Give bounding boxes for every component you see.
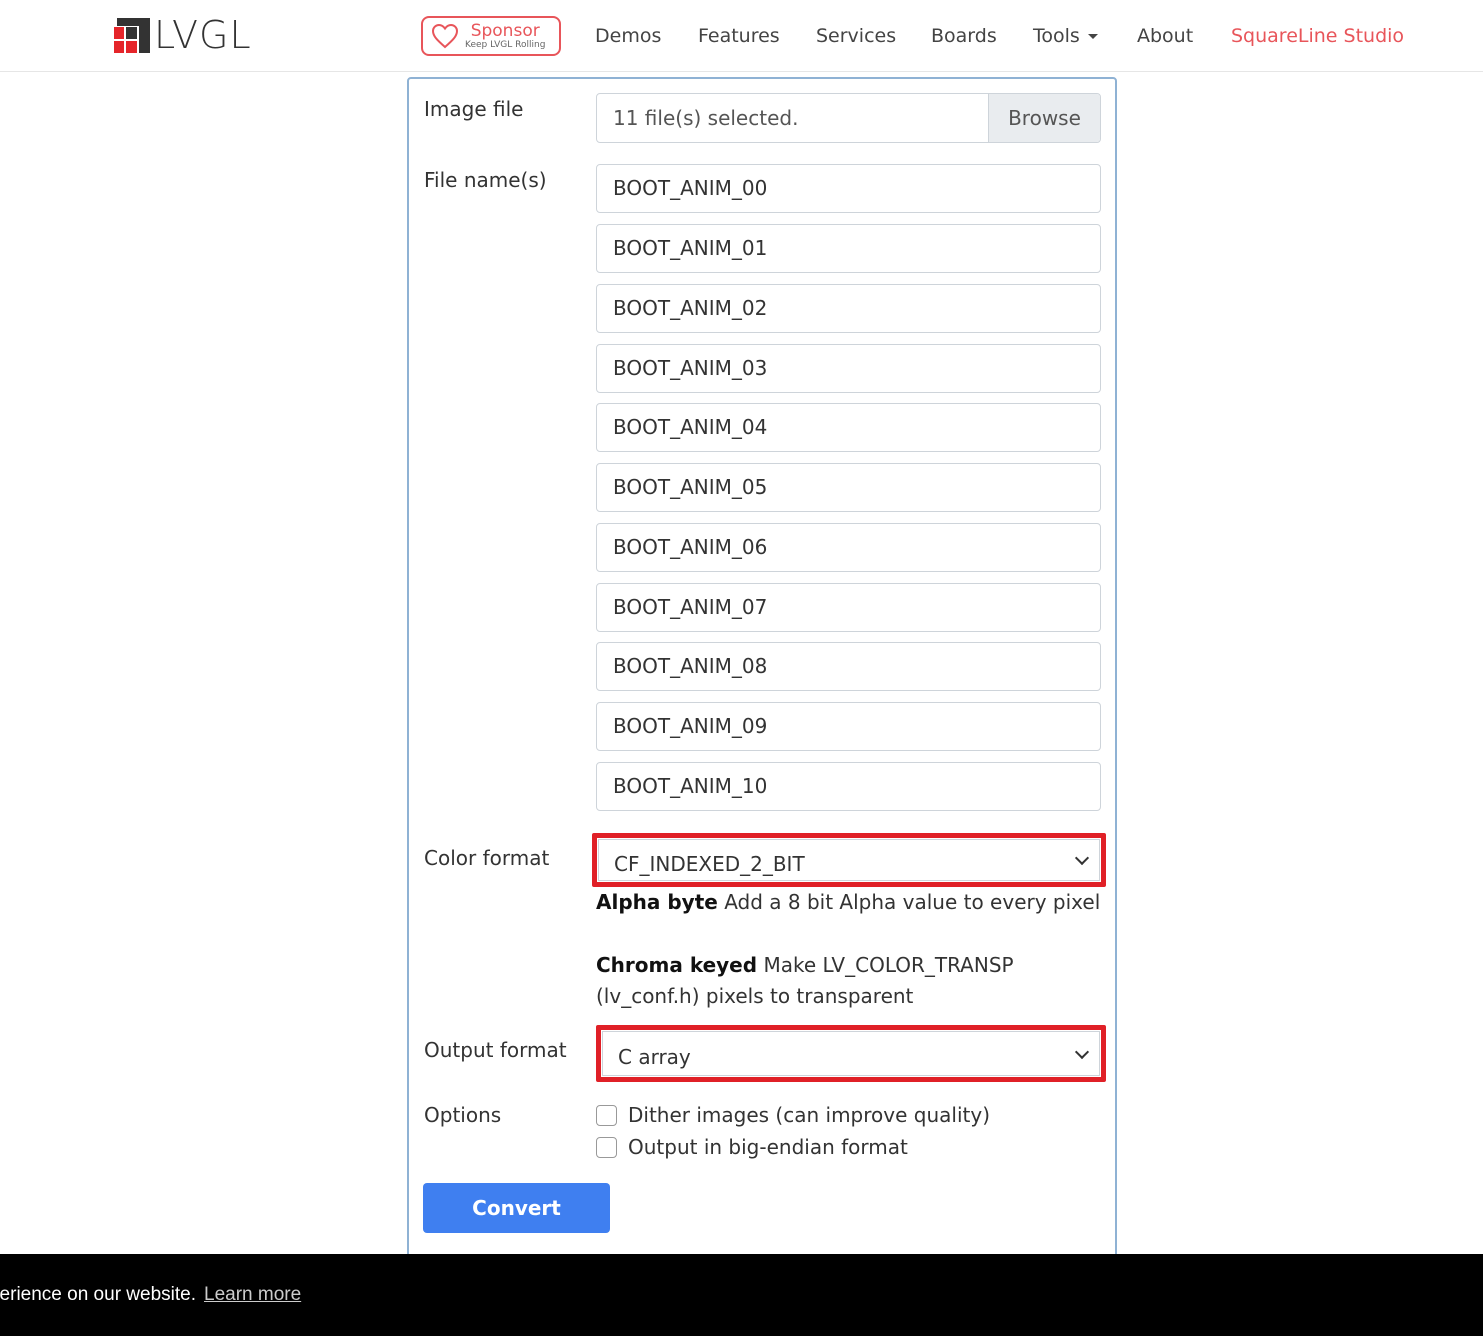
sponsor-label: Sponsor bbox=[470, 20, 540, 41]
color-format-value: CF_INDEXED_2_BIT bbox=[614, 852, 805, 876]
brand-name: LVGL bbox=[154, 13, 252, 57]
file-name-field[interactable]: BOOT_ANIM_07 bbox=[596, 583, 1101, 632]
big-endian-checkbox[interactable] bbox=[596, 1136, 617, 1158]
chevron-down-icon bbox=[1074, 850, 1090, 866]
file-name-field[interactable]: BOOT_ANIM_05 bbox=[596, 463, 1101, 512]
big-endian-option[interactable]: Output in big-endian format bbox=[596, 1134, 908, 1160]
color-format-select[interactable]: CF_INDEXED_2_BIT bbox=[598, 839, 1100, 881]
options-label: Options bbox=[424, 1103, 502, 1127]
dither-checkbox[interactable] bbox=[596, 1104, 617, 1126]
image-file-input[interactable]: 11 file(s) selected. Browse bbox=[596, 93, 1101, 143]
sponsor-button[interactable]: Sponsor Keep LVGL Rolling bbox=[421, 16, 561, 56]
chroma-keyed-title: Chroma keyed bbox=[596, 953, 758, 977]
nav-features[interactable]: Features bbox=[698, 24, 780, 48]
file-name-field[interactable]: BOOT_ANIM_03 bbox=[596, 344, 1101, 393]
alpha-byte-title: Alpha byte bbox=[596, 890, 718, 914]
nav-tools-label: Tools bbox=[1033, 25, 1080, 47]
file-name-field[interactable]: BOOT_ANIM_06 bbox=[596, 523, 1101, 572]
output-format-value: C array bbox=[618, 1045, 691, 1069]
caret-down-icon bbox=[1087, 34, 1098, 39]
nav-demos[interactable]: Demos bbox=[595, 24, 661, 48]
color-format-label: Color format bbox=[424, 846, 550, 870]
file-name-field[interactable]: BOOT_ANIM_01 bbox=[596, 224, 1101, 273]
nav-boards[interactable]: Boards bbox=[931, 24, 997, 48]
image-file-label: Image file bbox=[424, 97, 524, 121]
nav-services[interactable]: Services bbox=[816, 24, 896, 48]
alpha-byte-text: Add a 8 bit Alpha value to every pixel bbox=[724, 890, 1101, 914]
heart-icon bbox=[431, 23, 459, 49]
dither-option[interactable]: Dither images (can improve quality) bbox=[596, 1102, 990, 1128]
chroma-keyed-help: Chroma keyed Make LV_COLOR_TRANSP (lv_co… bbox=[596, 950, 1101, 1012]
browse-button[interactable]: Browse bbox=[988, 94, 1100, 142]
output-format-label: Output format bbox=[424, 1038, 567, 1062]
chevron-down-icon bbox=[1074, 1044, 1090, 1059]
lvgl-logo-mark-icon bbox=[114, 17, 150, 53]
nav-tools[interactable]: Tools bbox=[1033, 24, 1098, 48]
file-names-label: File name(s) bbox=[424, 168, 547, 192]
big-endian-option-label: Output in big-endian format bbox=[628, 1135, 908, 1159]
file-name-field[interactable]: BOOT_ANIM_04 bbox=[596, 403, 1101, 452]
dither-option-label: Dither images (can improve quality) bbox=[628, 1103, 990, 1127]
cookie-banner: erience on our website. Learn more bbox=[0, 1254, 1483, 1336]
file-name-field[interactable]: BOOT_ANIM_08 bbox=[596, 642, 1101, 691]
top-navbar: LVGL Sponsor Keep LVGL Rolling Demos Fea… bbox=[0, 0, 1483, 72]
file-name-field[interactable]: BOOT_ANIM_00 bbox=[596, 164, 1101, 213]
lvgl-logo[interactable]: LVGL bbox=[114, 16, 252, 54]
sponsor-sublabel: Keep LVGL Rolling bbox=[465, 39, 546, 50]
file-name-field[interactable]: BOOT_ANIM_09 bbox=[596, 702, 1101, 751]
learn-more-link[interactable]: Learn more bbox=[204, 1283, 301, 1307]
file-name-field[interactable]: BOOT_ANIM_02 bbox=[596, 284, 1101, 333]
file-selected-text: 11 file(s) selected. bbox=[613, 106, 799, 130]
cookie-message: erience on our website. bbox=[0, 1284, 196, 1305]
output-format-select[interactable]: C array bbox=[602, 1031, 1100, 1076]
nav-about[interactable]: About bbox=[1137, 24, 1193, 48]
convert-button[interactable]: Convert bbox=[423, 1183, 610, 1233]
alpha-byte-help: Alpha byte Add a 8 bit Alpha value to ev… bbox=[596, 887, 1101, 918]
file-name-field[interactable]: BOOT_ANIM_10 bbox=[596, 762, 1101, 811]
nav-squareline-studio[interactable]: SquareLine Studio bbox=[1231, 24, 1404, 48]
